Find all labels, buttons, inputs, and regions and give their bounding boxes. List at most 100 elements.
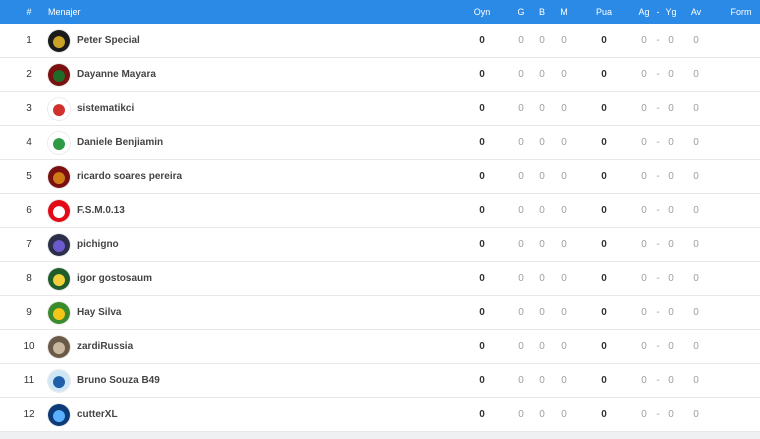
manager-cell[interactable]: Daniele Benjiamin bbox=[48, 126, 163, 159]
separator-cell: - bbox=[656, 137, 660, 148]
avatar bbox=[48, 267, 70, 290]
won-cell: 0 bbox=[518, 69, 524, 80]
goals-for-cell: 0 bbox=[641, 273, 647, 284]
rank-cell: 11 bbox=[23, 375, 35, 386]
header-won: G bbox=[517, 7, 525, 17]
lost-cell: 0 bbox=[561, 171, 567, 182]
header-goals-for: Ag bbox=[638, 7, 650, 17]
separator-cell: - bbox=[656, 171, 660, 182]
header-rank: # bbox=[26, 7, 32, 17]
standings-table: # Menajer Oyn G B M Pua Ag - Yg Av Form … bbox=[0, 0, 760, 432]
rank-cell: 1 bbox=[26, 35, 32, 46]
separator-cell: - bbox=[656, 69, 660, 80]
rank-cell: 7 bbox=[26, 239, 32, 250]
rank-cell: 12 bbox=[23, 409, 35, 420]
table-row[interactable]: 12 cutterXL 0 0 0 0 0 0-0 0 bbox=[0, 398, 760, 432]
lost-cell: 0 bbox=[561, 341, 567, 352]
won-cell: 0 bbox=[518, 273, 524, 284]
goals-against-cell: 0 bbox=[668, 103, 674, 114]
won-cell: 0 bbox=[518, 307, 524, 318]
played-cell: 0 bbox=[479, 35, 485, 46]
manager-name[interactable]: Daniele Benjiamin bbox=[77, 126, 163, 159]
manager-name[interactable]: F.S.M.0.13 bbox=[77, 194, 125, 227]
manager-cell[interactable]: F.S.M.0.13 bbox=[48, 194, 125, 227]
table-row[interactable]: 2 Dayanne Mayara 0 0 0 0 0 0-0 0 bbox=[0, 58, 760, 92]
manager-cell[interactable]: Hay Silva bbox=[48, 296, 121, 329]
manager-name[interactable]: ricardo soares pereira bbox=[77, 160, 182, 193]
points-cell: 0 bbox=[601, 409, 607, 420]
manager-name[interactable]: zardiRussia bbox=[77, 330, 133, 363]
drawn-cell: 0 bbox=[539, 273, 545, 284]
avatar bbox=[48, 63, 70, 86]
lost-cell: 0 bbox=[561, 35, 567, 46]
goal-difference-cell: 0 bbox=[693, 171, 699, 182]
manager-cell[interactable]: zardiRussia bbox=[48, 330, 133, 363]
goals-for-cell: 0 bbox=[641, 341, 647, 352]
table-row[interactable]: 9 Hay Silva 0 0 0 0 0 0-0 0 bbox=[0, 296, 760, 330]
rank-cell: 4 bbox=[26, 137, 32, 148]
goals-against-cell: 0 bbox=[668, 137, 674, 148]
table-row[interactable]: 3 sistematikci 0 0 0 0 0 0-0 0 bbox=[0, 92, 760, 126]
header-goal-difference: Av bbox=[690, 7, 702, 17]
separator-cell: - bbox=[656, 205, 660, 216]
won-cell: 0 bbox=[518, 137, 524, 148]
manager-cell[interactable]: Peter Special bbox=[48, 24, 140, 57]
points-cell: 0 bbox=[601, 103, 607, 114]
goals-against-cell: 0 bbox=[668, 171, 674, 182]
header-manager: Menajer bbox=[48, 7, 81, 17]
won-cell: 0 bbox=[518, 103, 524, 114]
goals-against-cell: 0 bbox=[668, 307, 674, 318]
played-cell: 0 bbox=[479, 239, 485, 250]
goals-for-cell: 0 bbox=[641, 375, 647, 386]
rank-cell: 8 bbox=[26, 273, 32, 284]
table-header: # Menajer Oyn G B M Pua Ag - Yg Av Form bbox=[0, 0, 760, 24]
table-row[interactable]: 5 ricardo soares pereira 0 0 0 0 0 0-0 0 bbox=[0, 160, 760, 194]
manager-cell[interactable]: igor gostosaum bbox=[48, 262, 152, 295]
table-row[interactable]: 10 zardiRussia 0 0 0 0 0 0-0 0 bbox=[0, 330, 760, 364]
goal-difference-cell: 0 bbox=[693, 273, 699, 284]
drawn-cell: 0 bbox=[539, 69, 545, 80]
manager-name[interactable]: pichigno bbox=[77, 228, 119, 261]
avatar bbox=[48, 369, 70, 392]
table-row[interactable]: 8 igor gostosaum 0 0 0 0 0 0-0 0 bbox=[0, 262, 760, 296]
manager-name[interactable]: Dayanne Mayara bbox=[77, 58, 156, 91]
rank-cell: 5 bbox=[26, 171, 32, 182]
points-cell: 0 bbox=[601, 69, 607, 80]
manager-name[interactable]: igor gostosaum bbox=[77, 262, 152, 295]
rank-cell: 2 bbox=[26, 69, 32, 80]
table-row[interactable]: 11 Bruno Souza B49 0 0 0 0 0 0-0 0 bbox=[0, 364, 760, 398]
goal-difference-cell: 0 bbox=[693, 205, 699, 216]
played-cell: 0 bbox=[479, 137, 485, 148]
lost-cell: 0 bbox=[561, 307, 567, 318]
manager-cell[interactable]: Bruno Souza B49 bbox=[48, 364, 160, 397]
manager-cell[interactable]: cutterXL bbox=[48, 398, 118, 431]
manager-name[interactable]: cutterXL bbox=[77, 398, 118, 431]
lost-cell: 0 bbox=[561, 69, 567, 80]
drawn-cell: 0 bbox=[539, 307, 545, 318]
played-cell: 0 bbox=[479, 69, 485, 80]
separator-cell: - bbox=[656, 35, 660, 46]
table-row[interactable]: 6 F.S.M.0.13 0 0 0 0 0 0-0 0 bbox=[0, 194, 760, 228]
manager-name[interactable]: sistematikci bbox=[77, 92, 134, 125]
goal-difference-cell: 0 bbox=[693, 137, 699, 148]
table-row[interactable]: 4 Daniele Benjiamin 0 0 0 0 0 0-0 0 bbox=[0, 126, 760, 160]
separator-cell: - bbox=[656, 341, 660, 352]
drawn-cell: 0 bbox=[539, 35, 545, 46]
table-row[interactable]: 7 pichigno 0 0 0 0 0 0-0 0 bbox=[0, 228, 760, 262]
manager-cell[interactable]: pichigno bbox=[48, 228, 119, 261]
manager-name[interactable]: Bruno Souza B49 bbox=[77, 364, 160, 397]
manager-cell[interactable]: ricardo soares pereira bbox=[48, 160, 182, 193]
manager-cell[interactable]: sistematikci bbox=[48, 92, 134, 125]
avatar bbox=[48, 335, 70, 358]
goals-for-cell: 0 bbox=[641, 307, 647, 318]
goals-against-cell: 0 bbox=[668, 239, 674, 250]
won-cell: 0 bbox=[518, 171, 524, 182]
goals-for-cell: 0 bbox=[641, 137, 647, 148]
header-points: Pua bbox=[595, 7, 612, 17]
goals-against-cell: 0 bbox=[668, 375, 674, 386]
table-row[interactable]: 1 Peter Special 0 0 0 0 0 0-0 0 bbox=[0, 24, 760, 58]
manager-name[interactable]: Peter Special bbox=[77, 24, 140, 57]
avatar bbox=[48, 301, 70, 324]
manager-cell[interactable]: Dayanne Mayara bbox=[48, 58, 156, 91]
manager-name[interactable]: Hay Silva bbox=[77, 296, 121, 329]
